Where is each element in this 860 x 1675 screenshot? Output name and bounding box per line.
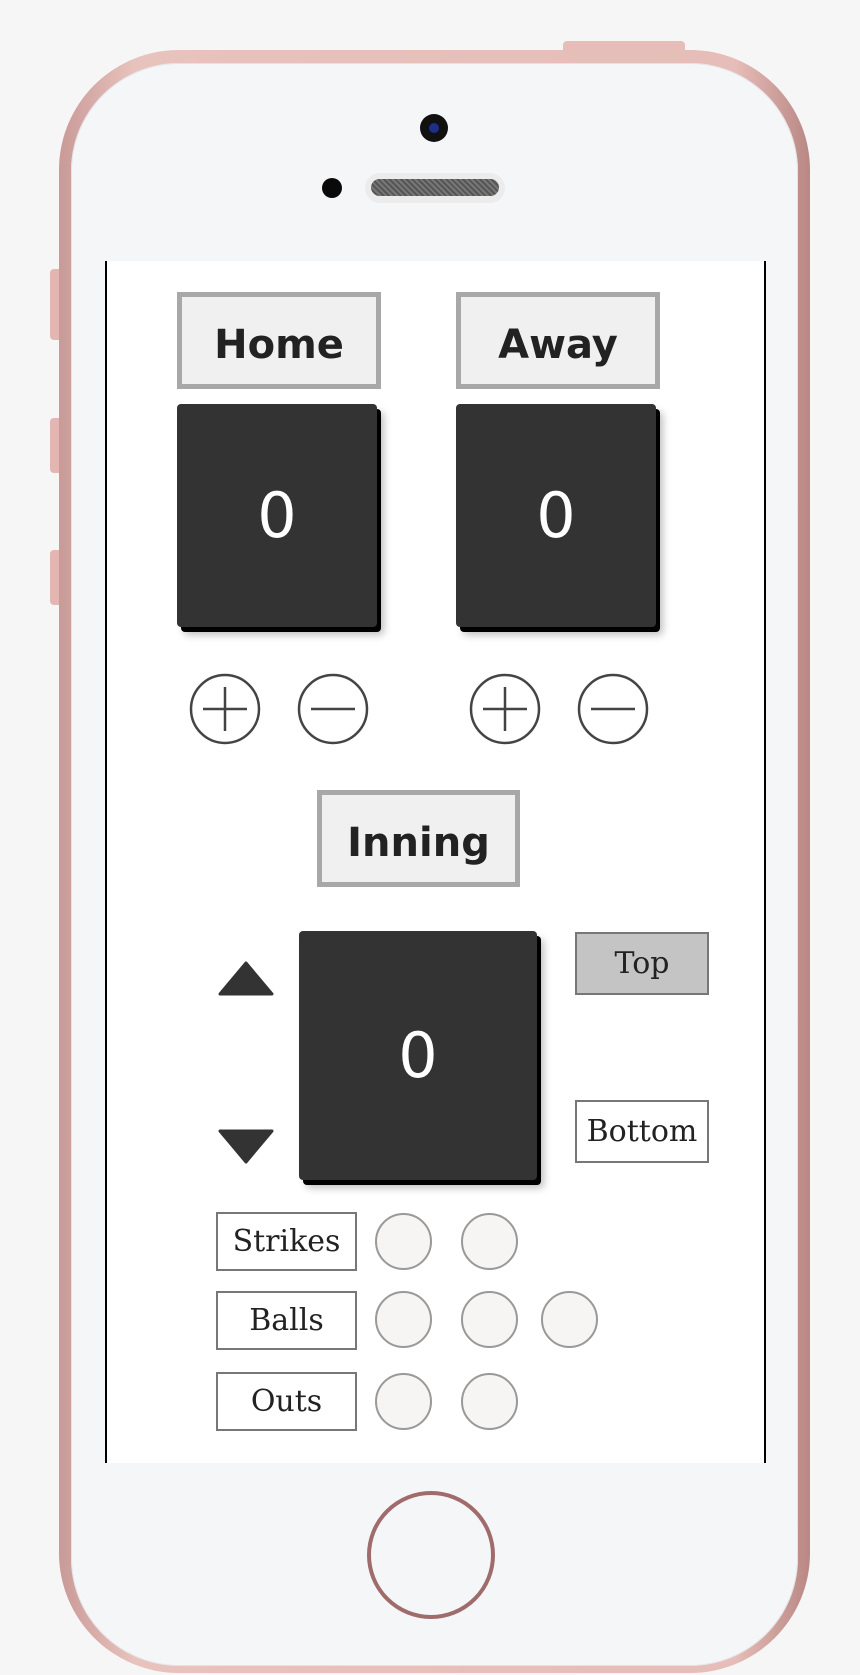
- speaker-grille: [365, 173, 505, 203]
- camera-icon: [420, 114, 448, 142]
- inning-button[interactable]: Inning: [317, 790, 520, 887]
- away-minus-icon[interactable]: [577, 673, 649, 745]
- bottom-half-button[interactable]: Bottom: [575, 1100, 709, 1163]
- triangle-down-icon[interactable]: [218, 1129, 274, 1164]
- away-team-button[interactable]: Away: [456, 292, 660, 389]
- strikes-label: Strikes: [216, 1212, 357, 1271]
- home-team-button[interactable]: Home: [177, 292, 381, 389]
- strike-indicator[interactable]: [461, 1213, 518, 1270]
- inning-value: 0: [299, 931, 537, 1180]
- outs-label: Outs: [216, 1372, 357, 1431]
- out-indicator[interactable]: [461, 1373, 518, 1430]
- ball-indicator[interactable]: [375, 1291, 432, 1348]
- triangle-up-icon[interactable]: [218, 961, 274, 996]
- sensor-icon: [322, 178, 342, 198]
- away-score: 0: [456, 404, 656, 627]
- strike-indicator[interactable]: [375, 1213, 432, 1270]
- home-score: 0: [177, 404, 377, 627]
- balls-label: Balls: [216, 1291, 357, 1350]
- home-key[interactable]: [367, 1491, 495, 1619]
- out-indicator[interactable]: [375, 1373, 432, 1430]
- home-plus-icon[interactable]: [189, 673, 261, 745]
- top-half-button[interactable]: Top: [575, 932, 709, 995]
- home-minus-icon[interactable]: [297, 673, 369, 745]
- ball-indicator[interactable]: [461, 1291, 518, 1348]
- away-plus-icon[interactable]: [469, 673, 541, 745]
- ball-indicator[interactable]: [541, 1291, 598, 1348]
